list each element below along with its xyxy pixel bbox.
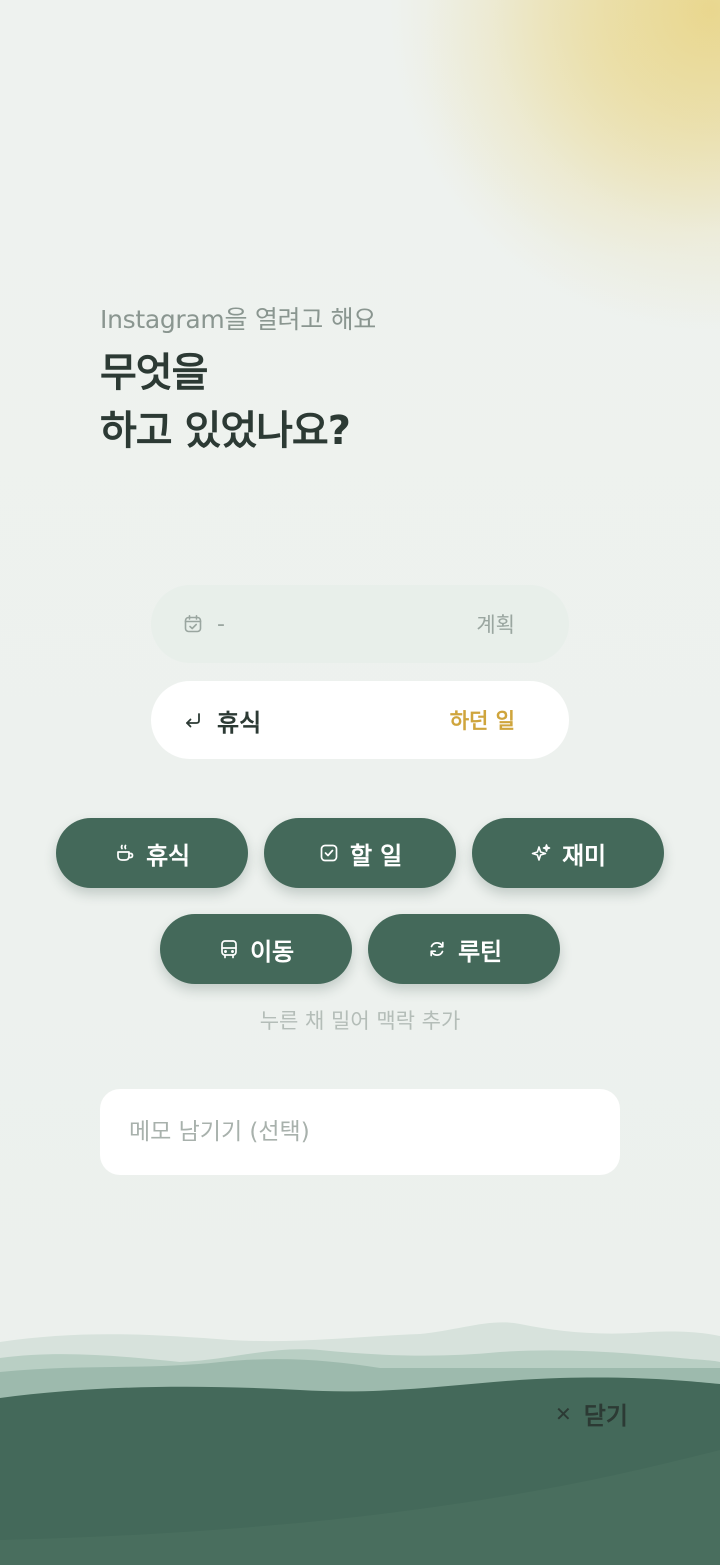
close-icon: ✕ (555, 1401, 572, 1426)
subtitle: Instagram을 열려고 해요 (100, 305, 376, 334)
sun-glow (420, 0, 720, 260)
category-commute-button[interactable]: 이동 (160, 914, 352, 984)
title-line-2: 하고 있었나요? (100, 408, 351, 454)
category-todo-label: 할 일 (350, 841, 402, 870)
category-routine-label: 루틴 (458, 937, 502, 966)
category-commute-label: 이동 (250, 937, 294, 966)
coffee-cup-icon (114, 842, 136, 864)
plan-value: - (217, 611, 225, 637)
current-activity-tag: 하던 일 (449, 709, 515, 733)
landscape-hills (0, 1322, 720, 1565)
drag-hint: 누른 채 밀어 맥락 추가 (259, 1009, 461, 1033)
category-rest-label: 휴식 (146, 841, 190, 870)
close-button[interactable]: ✕ 닫기 (555, 1396, 628, 1431)
category-todo-button[interactable]: 할 일 (264, 818, 456, 888)
screen: Instagram을 열려고 해요 무엇을 하고 있었나요? - 계획 휴식 하… (0, 0, 720, 1565)
current-activity-value: 휴식 (217, 708, 262, 737)
return-arrow-icon (183, 710, 203, 730)
checkbox-icon (318, 842, 340, 864)
category-fun-label: 재미 (562, 841, 606, 870)
close-label: 닫기 (583, 1402, 628, 1430)
current-activity-row[interactable]: 휴식 하던 일 (151, 681, 569, 759)
bus-icon (218, 938, 240, 960)
category-rest-button[interactable]: 휴식 (56, 818, 248, 888)
category-fun-button[interactable]: 재미 (472, 818, 664, 888)
memo-input[interactable] (100, 1089, 620, 1175)
page-title: 무엇을 하고 있었나요? (100, 344, 351, 460)
plan-tag: 계획 (476, 613, 515, 637)
calendar-check-icon (183, 614, 203, 634)
sparkle-icon (530, 842, 552, 864)
refresh-icon (426, 938, 448, 960)
title-line-1: 무엇을 (100, 350, 208, 396)
plan-row[interactable]: - 계획 (151, 585, 569, 663)
category-routine-button[interactable]: 루틴 (368, 914, 560, 984)
